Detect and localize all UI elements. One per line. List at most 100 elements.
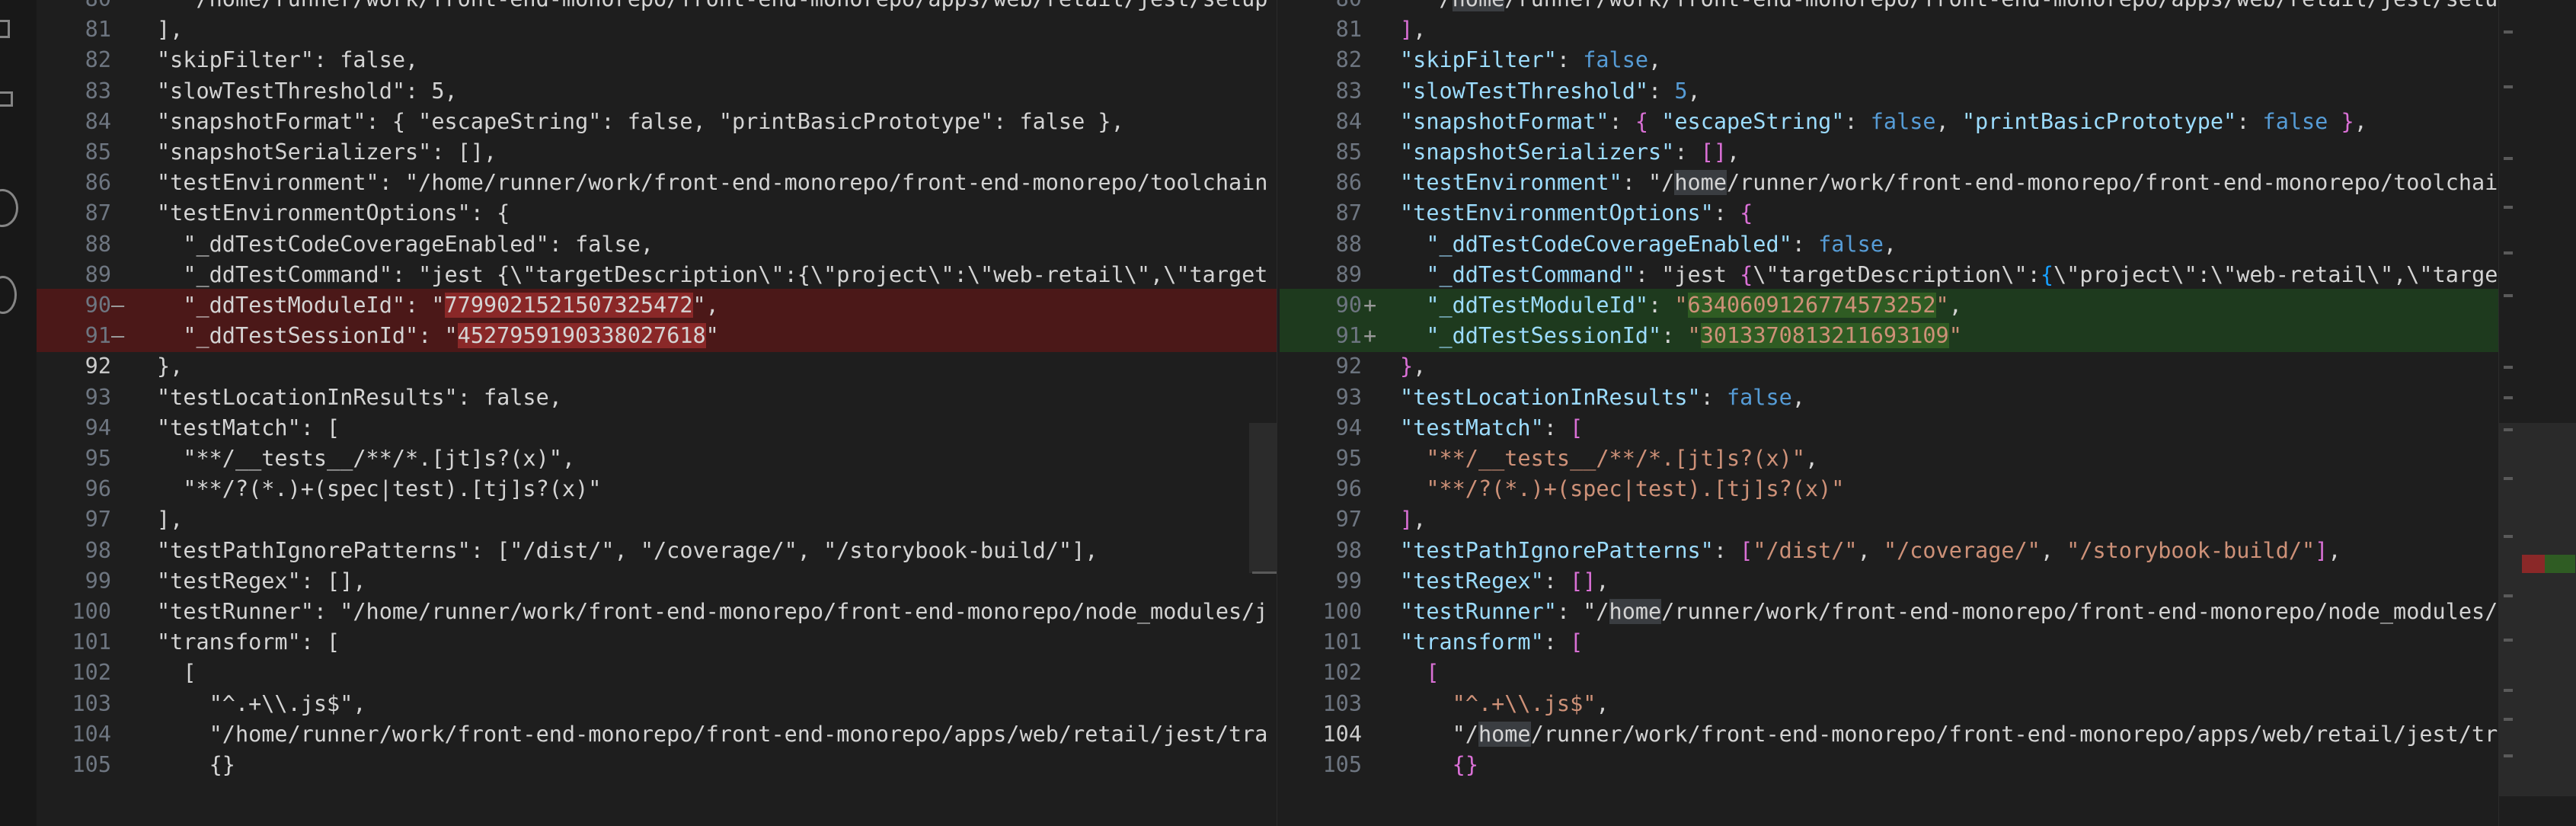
remote-icon[interactable] [0, 276, 17, 314]
line-number: 91 [85, 323, 111, 349]
code-text: ], [1400, 17, 1427, 43]
diff-modified-pane[interactable]: 80 "/home/runner/work/front-end-monorepo… [1280, 0, 2498, 826]
code-text: "_ddTestCodeCoverageEnabled": false, [1426, 231, 1897, 257]
line-number: 97 [1335, 507, 1362, 533]
line-number: 98 [85, 537, 111, 563]
code-text: "_ddTestSessionId": "3013370813211693109… [1426, 323, 1962, 349]
code-line[interactable]: 100 "testRunner": "/home/runner/work/fron… [37, 595, 1277, 628]
diff-original-pane[interactable]: 80 "/home/runner/work/front-end-monorepo… [37, 0, 1277, 826]
code-line[interactable]: 95 "**/__tests__/**/*.[jt]s?(x)", [37, 442, 1277, 475]
code-line[interactable]: 102 [ [37, 656, 1277, 689]
line-number: 91 [1335, 323, 1362, 349]
code-line[interactable]: 82 "skipFilter": false, [37, 43, 1277, 76]
code-line[interactable]: 92}, [37, 350, 1277, 383]
code-line[interactable]: 88 "_ddTestCodeCoverageEnabled": false, [1280, 228, 2498, 261]
line-number: 81 [1335, 17, 1362, 43]
code-line[interactable]: 94 "testMatch": [ [37, 411, 1277, 444]
line-number: 85 [85, 139, 111, 165]
code-line[interactable]: 104 "/home/runner/work/front-end-monorep… [1280, 718, 2498, 751]
code-line[interactable]: 93 "testLocationInResults": false, [37, 381, 1277, 414]
overview-tick [2504, 718, 2513, 721]
code-line[interactable]: 103 "^.+\\.js$", [1280, 687, 2498, 720]
code-line[interactable]: 101 "transform": [ [1280, 626, 2498, 658]
code-line[interactable]: 100 "testRunner": "/home/runner/work/fron… [1280, 595, 2498, 628]
line-number: 105 [72, 752, 111, 777]
code-line[interactable]: 104 "/home/runner/work/front-end-monorep… [37, 718, 1277, 751]
code-text: "_ddTestCodeCoverageEnabled": false, [157, 231, 654, 257]
code-line[interactable]: 97], [37, 503, 1277, 536]
code-line[interactable]: 99 "testRegex": [], [1280, 565, 2498, 597]
code-line[interactable]: 83 "slowTestThreshold": 5, [37, 75, 1277, 107]
line-number: 92 [1335, 354, 1362, 379]
code-line[interactable]: 98 "testPathIgnorePatterns": ["/dist/", "… [37, 534, 1277, 567]
code-line[interactable]: 93 "testLocationInResults": false, [1280, 381, 2498, 414]
code-line[interactable]: 89 "_ddTestCommand": "jest {\"targetDesc… [37, 258, 1277, 291]
overview-ruler[interactable] [2498, 0, 2576, 826]
code-line[interactable]: 85 "snapshotSerializers": [], [37, 136, 1277, 168]
code-text: "testRegex": [], [1400, 568, 1609, 594]
code-text: "testPathIgnorePatterns": ["/dist/", "/c… [1400, 537, 2341, 563]
code-line[interactable]: 103 "^.+\\.js$", [37, 687, 1277, 720]
code-text: "slowTestThreshold": 5, [1400, 78, 1701, 104]
code-line[interactable]: 83 "slowTestThreshold": 5, [1280, 75, 2498, 107]
code-line[interactable]: 105 {} [1280, 748, 2498, 781]
code-line[interactable]: 89 "_ddTestCommand": "jest {\"targetDesc… [1280, 258, 2498, 291]
code-line[interactable]: 84 "snapshotFormat": { "escapeString": fa… [1280, 105, 2498, 138]
left-scroll-indicator [1252, 571, 1277, 574]
overview-tick [2504, 157, 2513, 160]
code-line[interactable]: 97], [1280, 503, 2498, 536]
line-number: 84 [85, 108, 111, 134]
code-line[interactable]: 96 "**/?(*.)+(spec|test).[tj]s?(x)" [1280, 472, 2498, 505]
line-number: 93 [85, 384, 111, 410]
line-number: 94 [85, 415, 111, 440]
removed-line[interactable]: 90— "_ddTestModuleId": "7799021521507325… [37, 289, 1277, 322]
line-number: 81 [85, 17, 111, 43]
overview-tick [2504, 639, 2513, 642]
code-line[interactable]: 102 [ [1280, 656, 2498, 689]
code-text: "testEnvironment": "/home/runner/work/fr… [1400, 170, 2498, 196]
line-number: 101 [72, 629, 111, 655]
code-line[interactable]: 94 "testMatch": [ [1280, 411, 2498, 444]
code-line[interactable]: 87 "testEnvironmentOptions": { [1280, 197, 2498, 229]
code-text: }, [1400, 354, 1427, 379]
code-line[interactable]: 82 "skipFilter": false, [1280, 43, 2498, 76]
code-line[interactable]: 87 "testEnvironmentOptions": { [37, 197, 1277, 229]
added-line[interactable]: 91 + "_ddTestSessionId": "301337081321169… [1280, 319, 2498, 353]
code-text: "**/__tests__/**/*.[jt]s?(x)", [1426, 446, 1819, 471]
left-scrollbar-thumb[interactable] [1249, 423, 1277, 573]
line-number: 98 [1335, 537, 1362, 563]
code-line[interactable]: 84 "snapshotFormat": { "escapeString": fa… [37, 105, 1277, 138]
line-number: 89 [1335, 261, 1362, 287]
code-line[interactable]: 86 "testEnvironment": "/home/runner/work/… [37, 166, 1277, 199]
code-line[interactable]: 85 "snapshotSerializers": [], [1280, 136, 2498, 168]
line-number: 104 [1322, 721, 1362, 747]
code-line[interactable]: 81], [1280, 13, 2498, 46]
added-line[interactable]: 90 + "_ddTestModuleId": "6340609126774573… [1280, 289, 2498, 322]
overview-tick [2504, 206, 2513, 209]
extensions-icon[interactable] [0, 91, 13, 107]
line-number: 102 [1322, 660, 1362, 686]
code-line[interactable]: 92}, [1280, 350, 2498, 383]
code-text: "**/?(*.)+(spec|test).[tj]s?(x)" [1426, 476, 1845, 502]
code-text: "_ddTestCommand": "jest {\"targetDescrip… [157, 261, 1268, 287]
removed-line[interactable]: 91— "_ddTestSessionId": "452795919033802… [37, 319, 1277, 353]
code-line[interactable]: 96 "**/?(*.)+(spec|test).[tj]s?(x)" [37, 472, 1277, 505]
code-line[interactable]: 105 {} [37, 748, 1277, 781]
activity-bar [0, 0, 37, 826]
account-circle-icon[interactable] [0, 189, 18, 227]
code-text: "testLocationInResults": false, [157, 384, 562, 410]
code-text: "^.+\\.js$", [157, 690, 366, 716]
code-line[interactable]: 95 "**/__tests__/**/*.[jt]s?(x)", [1280, 442, 2498, 475]
line-number: 102 [72, 660, 111, 686]
code-line[interactable]: 88 "_ddTestCodeCoverageEnabled": false, [37, 228, 1277, 261]
code-line[interactable]: 86 "testEnvironment": "/home/runner/work/… [1280, 166, 2498, 199]
code-text: "snapshotFormat": { "escapeString": fals… [1400, 108, 2367, 134]
code-line[interactable]: 81], [37, 13, 1277, 46]
code-line[interactable]: 98 "testPathIgnorePatterns": ["/dist/", "… [1280, 534, 2498, 567]
code-text: "/home/runner/work/front-end-monorepo/fr… [1400, 721, 2498, 747]
overview-tick [2504, 30, 2513, 34]
code-line[interactable]: 101 "transform": [ [37, 626, 1277, 658]
code-line[interactable]: 99 "testRegex": [], [37, 565, 1277, 597]
files-icon[interactable] [0, 20, 10, 38]
overview-tick [2504, 594, 2513, 597]
